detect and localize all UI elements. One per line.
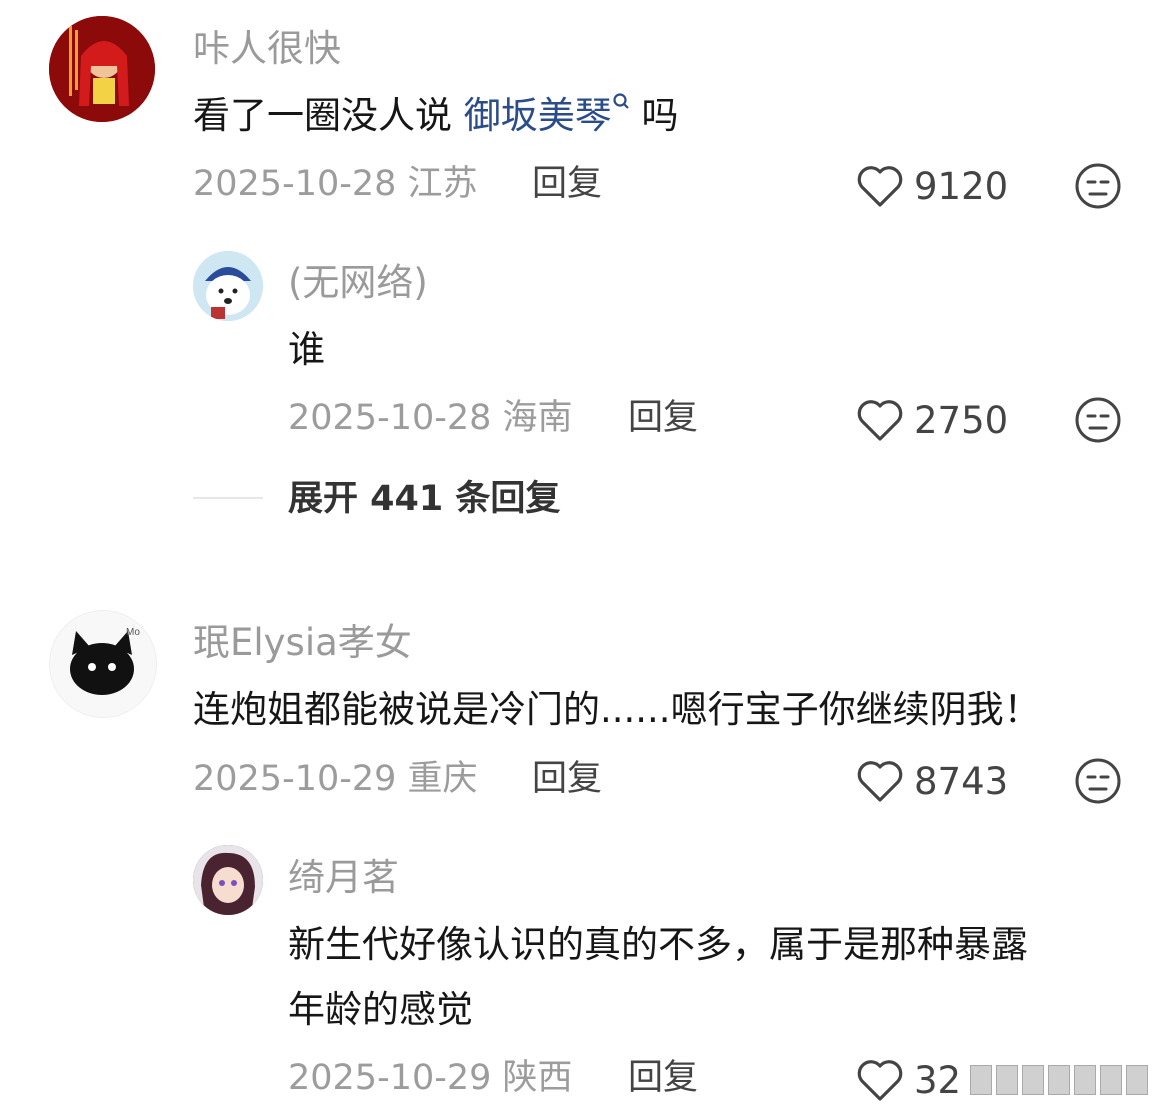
comment-location: 重庆 xyxy=(407,759,478,799)
reply-text: 谁 xyxy=(288,328,325,371)
reply-avatar[interactable] xyxy=(193,845,263,915)
heart-outline-icon xyxy=(857,1060,903,1101)
comment-text-part: 吗 xyxy=(629,94,679,137)
like-button[interactable]: 9120 xyxy=(856,164,1008,208)
reply-avatar[interactable] xyxy=(193,251,263,321)
like-button[interactable]: 8743 xyxy=(856,759,1008,803)
watermark-block xyxy=(1074,1065,1096,1095)
comment-date: 2025-10-28 xyxy=(193,164,397,204)
search-icon xyxy=(613,93,629,109)
avatar[interactable] xyxy=(49,16,155,122)
unamused-face-icon[interactable] xyxy=(1074,757,1122,805)
like-button[interactable]: 2750 xyxy=(856,398,1008,442)
username[interactable]: 珉Elysia孝女 xyxy=(193,624,412,661)
reply-username[interactable]: 绮月茗 xyxy=(288,859,399,896)
watermark-block xyxy=(1048,1065,1070,1095)
heart-outline-icon xyxy=(857,400,903,441)
like-count: 2750 xyxy=(914,398,1009,442)
expand-divider xyxy=(193,497,263,499)
comment-date: 2025-10-29 xyxy=(193,759,397,799)
svg-text:Mo: Mo xyxy=(126,627,140,638)
watermark xyxy=(970,1062,1160,1098)
like-count: 32 xyxy=(914,1058,962,1102)
reply-date: 2025-10-28 xyxy=(288,398,492,438)
reply-meta: 2025-10-29 陕西 xyxy=(288,1061,573,1096)
watermark-block xyxy=(1126,1065,1148,1095)
reply-text-line-1: 新生代好像认识的真的不多，属于是那种暴露 xyxy=(288,923,1028,966)
search-link-label: 御坂美琴 xyxy=(463,94,612,137)
comment-meta: 2025-10-29 重庆 xyxy=(193,762,478,797)
reply-button[interactable]: 回复 xyxy=(532,762,602,797)
like-button[interactable]: 32 xyxy=(856,1058,961,1102)
unamused-face-icon[interactable] xyxy=(1074,396,1122,444)
avatar[interactable]: Mo xyxy=(49,610,157,718)
reply-location: 海南 xyxy=(502,398,573,438)
reply-text-line-2: 年龄的感觉 xyxy=(288,988,473,1031)
heart-outline-icon xyxy=(857,761,903,802)
search-link[interactable]: 御坂美琴 xyxy=(463,93,630,137)
reply-location: 陕西 xyxy=(502,1058,573,1098)
reply-button[interactable]: 回复 xyxy=(628,1061,698,1096)
reply-username[interactable]: (无网络) xyxy=(288,264,428,301)
watermark-block xyxy=(1100,1065,1122,1095)
watermark-block xyxy=(970,1065,992,1095)
comment-text-part: 看了一圈没人说 xyxy=(193,94,464,137)
heart-outline-icon xyxy=(857,166,903,207)
reply-meta: 2025-10-28 海南 xyxy=(288,401,573,436)
reply-button[interactable]: 回复 xyxy=(628,401,698,436)
reply-date: 2025-10-29 xyxy=(288,1058,492,1098)
like-count: 8743 xyxy=(914,759,1009,803)
like-count: 9120 xyxy=(914,164,1009,208)
comment-meta: 2025-10-28 江苏 xyxy=(193,167,478,202)
watermark-block xyxy=(1022,1065,1044,1095)
reply-button[interactable]: 回复 xyxy=(532,167,602,202)
comment-text: 连炮姐都能被说是冷门的......嗯行宝子你继续阴我！ xyxy=(193,688,1041,731)
unamused-face-icon[interactable] xyxy=(1074,162,1122,210)
username[interactable]: 咔人很快 xyxy=(193,30,341,67)
expand-replies-button[interactable]: 展开 441 条回复 xyxy=(288,482,560,517)
watermark-block xyxy=(996,1065,1018,1095)
comment-location: 江苏 xyxy=(407,164,478,204)
comment-text: 看了一圈没人说 御坂美琴 吗 xyxy=(193,86,679,145)
